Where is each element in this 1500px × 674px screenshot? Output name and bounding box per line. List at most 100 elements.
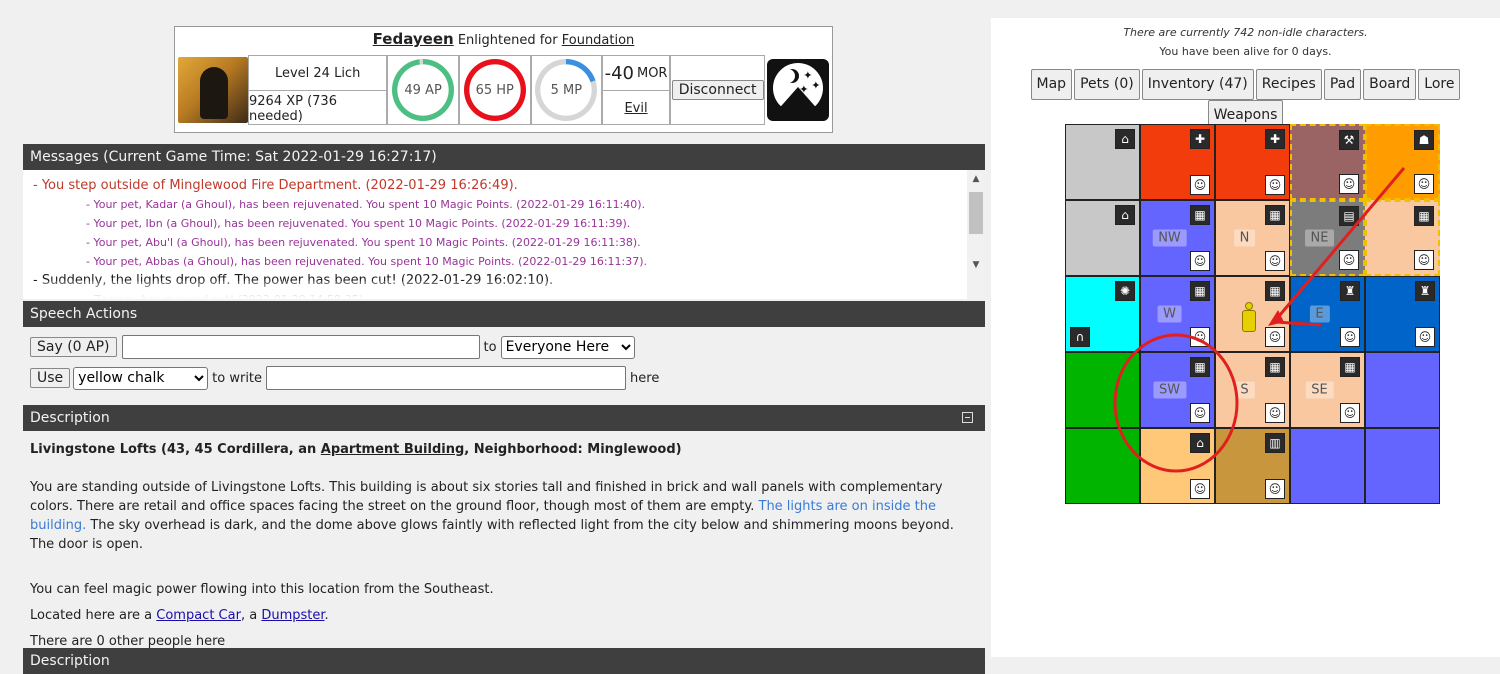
say-input[interactable] — [121, 335, 480, 359]
alignment-link[interactable]: Evil — [603, 91, 669, 126]
direction-label[interactable]: N — [1233, 229, 1256, 247]
active-characters: There are currently 742 non-idle charact… — [1123, 26, 1368, 39]
direction-label[interactable]: W — [1157, 305, 1182, 323]
map-tile[interactable]: ✺ ∩ — [1065, 276, 1140, 352]
morality-cell: -40 MOR Evil — [602, 55, 670, 125]
lightbulb-icon: ☺ — [1190, 403, 1210, 423]
nav-button-inventory[interactable]: Inventory (47) — [1141, 69, 1254, 100]
messages-log[interactable]: - You step outside of Minglewood Fire De… — [23, 170, 985, 299]
morality-unit: MOR — [636, 65, 668, 81]
direction-label[interactable]: E — [1309, 305, 1330, 323]
direction-label[interactable]: SE — [1305, 381, 1334, 399]
moon-cell: ✦ ✦ ✦ — [765, 55, 831, 125]
map-tile[interactable]: ⌂ — [1065, 124, 1140, 200]
moon-phase-icon: ✦ ✦ ✦ — [767, 59, 830, 121]
lightbulb-icon: ☺ — [1265, 403, 1285, 423]
building-icon: ▦ — [1190, 281, 1210, 301]
collapse-icon[interactable] — [962, 412, 973, 423]
map-tile[interactable]: ⌂ — [1065, 200, 1140, 276]
lightbulb-icon: ☺ — [1414, 174, 1434, 194]
lightbulb-icon: ☺ — [1415, 327, 1435, 347]
map-tile[interactable]: ⌂ ☺ — [1140, 428, 1215, 504]
map-tile-s[interactable]: ▦ ☺ S — [1215, 352, 1290, 428]
disconnect-cell: Disconnect — [669, 55, 766, 125]
lightbulb-icon: ☺ — [1265, 479, 1285, 499]
description-title: Description — [30, 410, 110, 426]
use-button[interactable]: Use — [30, 368, 71, 388]
direction-label[interactable]: SW — [1152, 381, 1187, 399]
map-tile[interactable] — [1365, 428, 1440, 504]
map-tile[interactable]: ✚ ☺ — [1140, 124, 1215, 200]
player-figure-icon — [1241, 302, 1257, 332]
alive-days: You have been alive for 0 days. — [1159, 45, 1332, 58]
lightbulb-icon: ☺ — [1340, 327, 1360, 347]
nav-button-pets[interactable]: Pets (0) — [1074, 69, 1140, 100]
messages-scrollbar[interactable]: ▲ ▼ — [967, 170, 985, 299]
message-line: - Your pet, Abbas (a Ghoul), has been re… — [86, 255, 648, 268]
map-tile[interactable]: ▦ ☺ — [1365, 200, 1440, 276]
direction-label[interactable]: NW — [1152, 229, 1187, 247]
say-button[interactable]: Say (0 AP) — [30, 337, 117, 357]
write-input[interactable] — [266, 366, 627, 390]
building-icon: ▦ — [1265, 357, 1285, 377]
character-name-link[interactable]: Fedayeen — [373, 30, 454, 48]
location-description: You are standing outside of Livingstone … — [30, 480, 954, 552]
disconnect-button[interactable]: Disconnect — [671, 80, 764, 100]
direction-label[interactable]: S — [1234, 381, 1255, 399]
character-panel: Fedayeen Enlightened for Foundation Leve… — [174, 26, 833, 133]
write-item-select[interactable]: yellow chalk — [73, 366, 209, 390]
direction-label[interactable]: NE — [1304, 229, 1335, 247]
map-tile-sw[interactable]: ▦ ☺ SW — [1140, 352, 1215, 428]
ap-cell: 49 AP — [387, 55, 459, 125]
speech-header: Speech Actions — [23, 301, 985, 327]
scroll-thumb[interactable] — [969, 192, 983, 234]
character-title: Fedayeen Enlightened for Foundation — [175, 27, 832, 51]
map-tile[interactable]: ▥ ☺ — [1215, 428, 1290, 504]
nav-button-map[interactable]: Map — [1030, 69, 1073, 100]
map-tile[interactable] — [1365, 352, 1440, 428]
lightbulb-icon: ☺ — [1265, 251, 1285, 271]
scroll-down-icon[interactable]: ▼ — [967, 260, 985, 270]
item-link-dumpster[interactable]: Dumpster — [261, 608, 324, 623]
nav-button-lore[interactable]: Lore — [1418, 69, 1461, 100]
character-portrait — [178, 57, 248, 123]
faction-link[interactable]: Foundation — [562, 33, 635, 48]
map-tile[interactable] — [1065, 428, 1140, 504]
map-tile-e[interactable]: ♜ ☺ E — [1290, 276, 1365, 352]
location-type-link[interactable]: Apartment Building — [321, 442, 465, 457]
building-icon: ⌂ — [1115, 205, 1135, 225]
speech-actions: Say (0 AP) to Everyone Here Use yellow c… — [23, 330, 985, 400]
item-link-compact-car[interactable]: Compact Car — [156, 608, 241, 623]
portrait-cell — [176, 55, 248, 125]
ap-gauge: 49 AP — [392, 59, 455, 121]
building-icon: ✚ — [1265, 129, 1285, 149]
map-tile[interactable]: ☗ ☺ — [1365, 124, 1440, 200]
building-icon: ▤ — [1339, 206, 1359, 226]
speech-target-select[interactable]: Everyone Here — [500, 335, 635, 359]
nav-button-board[interactable]: Board — [1363, 69, 1417, 100]
building-icon: ♜ — [1340, 281, 1360, 301]
building-icon: ☗ — [1414, 130, 1434, 150]
map-tile-se[interactable]: ▦ ☺ SE — [1290, 352, 1365, 428]
nav-button-recipes[interactable]: Recipes — [1255, 69, 1322, 100]
level-xp-cell: Level 24 Lich 9264 XP (736 needed) — [248, 55, 388, 125]
hp-gauge: 65 HP — [463, 59, 526, 121]
mp-gauge: 5 MP — [535, 59, 598, 121]
scroll-up-icon[interactable]: ▲ — [967, 174, 985, 184]
map-tile-ne[interactable]: ▤ ☺ NE — [1290, 200, 1365, 276]
map-tile[interactable] — [1290, 428, 1365, 504]
portal-icon: ∩ — [1070, 327, 1090, 347]
message-line: - Your pet, Ibn (a Ghoul), has been reju… — [86, 217, 631, 230]
map-tile-w[interactable]: ▦ ☺ W — [1140, 276, 1215, 352]
map-tile-n[interactable]: ▦ ☺ N — [1215, 200, 1290, 276]
lightbulb-icon: ☺ — [1190, 251, 1210, 271]
to-label: to — [483, 339, 497, 355]
to-write-label: to write — [212, 370, 263, 386]
map-tile[interactable] — [1065, 352, 1140, 428]
map-tile-nw[interactable]: ▦ ☺ NW — [1140, 200, 1215, 276]
messages-list: - You step outside of Minglewood Fire De… — [23, 170, 985, 299]
map-tile[interactable]: ✚ ☺ — [1215, 124, 1290, 200]
map-tile[interactable]: ♜ ☺ — [1365, 276, 1440, 352]
nav-button-pad[interactable]: Pad — [1323, 69, 1362, 100]
map-tile[interactable]: ⚒ ☺ — [1290, 124, 1365, 200]
